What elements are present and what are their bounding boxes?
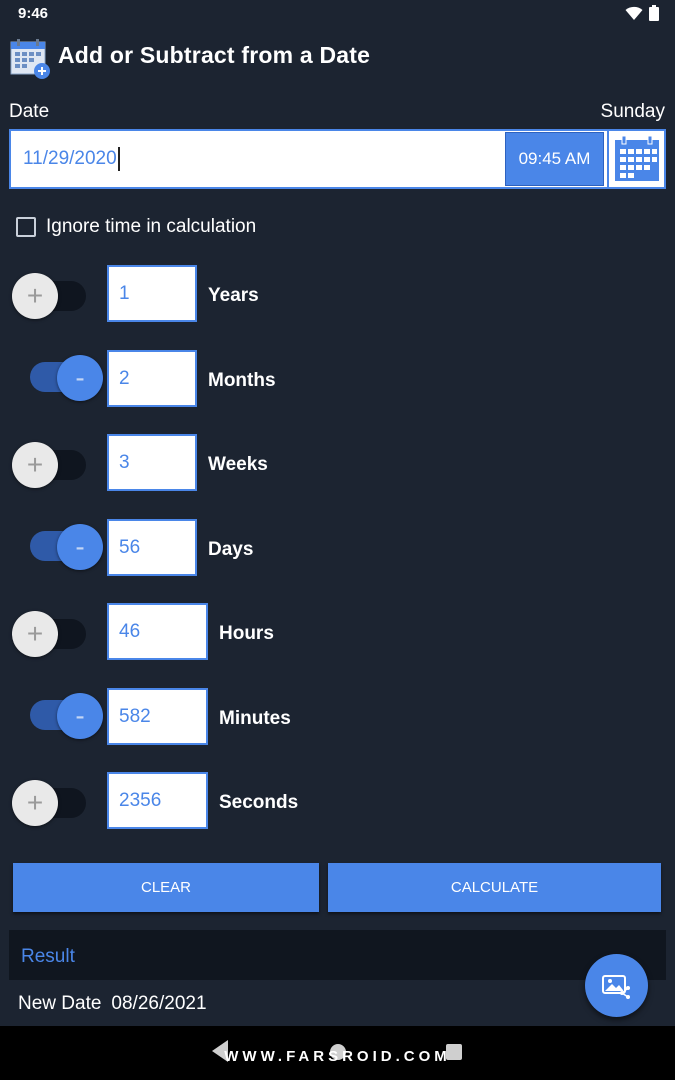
new-date-row: New Date 08/26/2021 [18,993,207,1015]
status-icons [625,5,659,21]
weeks-label: Weeks [208,454,268,475]
ignore-time-option[interactable]: Ignore time in calculation [16,214,256,240]
page-title: Add or Subtract from a Date [58,42,371,68]
unit-row-minutes: - 582 Minutes [0,688,675,746]
new-date-label: New Date [18,993,102,1014]
time-picker-button[interactable]: 09:45 AM [505,132,604,186]
share-image-button[interactable] [585,954,648,1017]
status-time: 9:46 [18,5,49,22]
watermark: WWW.FARSROID.COM [224,1048,451,1065]
unit-row-days: - 56 Days [0,519,675,577]
months-toggle-subtract[interactable]: - [57,355,103,401]
unit-row-years: + 1 Years [0,265,675,323]
days-toggle-subtract[interactable]: - [57,524,103,570]
calendar-plus-icon [10,39,50,79]
years-label: Years [208,285,259,306]
weeks-input[interactable]: 3 [107,434,197,491]
date-label: Date [9,101,50,122]
hours-toggle-add[interactable]: + [12,611,58,657]
status-bar: 9:46 [0,0,675,28]
minutes-toggle-subtract[interactable]: - [57,693,103,739]
date-input-value: 11/29/2020 [23,148,117,169]
unit-row-months: - 2 Months [0,350,675,408]
ignore-time-label: Ignore time in calculation [46,216,257,237]
share-image-icon [601,974,630,999]
clear-button[interactable]: CLEAR [13,863,319,912]
minutes-input[interactable]: 582 [107,688,208,745]
ignore-time-checkbox[interactable] [16,217,36,237]
years-toggle-add[interactable]: + [12,273,58,319]
calendar-picker-button[interactable] [607,129,666,189]
seconds-label: Seconds [219,792,299,813]
years-input[interactable]: 1 [107,265,197,322]
wifi-icon [625,6,643,20]
battery-icon [649,5,659,21]
system-nav-bar: WWW.FARSROID.COM [0,1026,675,1080]
date-row: 11/29/2020 09:45 AM [9,129,666,189]
months-label: Months [208,370,276,391]
months-input[interactable]: 2 [107,350,197,407]
app-header: Add or Subtract from a Date [0,34,675,84]
result-header: Result [9,930,666,980]
seconds-input[interactable]: 2356 [107,772,208,829]
text-caret [117,146,120,171]
hours-input[interactable]: 46 [107,603,208,660]
seconds-toggle-add[interactable]: + [12,780,58,826]
unit-row-weeks: + 3 Weeks [0,434,675,492]
unit-row-seconds: + 2356 Seconds [0,772,675,830]
day-of-week: Sunday [600,101,665,122]
calculate-button[interactable]: CALCULATE [328,863,661,912]
unit-row-hours: + 46 Hours [0,603,675,661]
weeks-toggle-add[interactable]: + [12,442,58,488]
result-label: Result [21,946,75,967]
days-label: Days [208,539,254,560]
hours-label: Hours [219,623,274,644]
days-input[interactable]: 56 [107,519,197,576]
new-date-value: 08/26/2021 [111,993,207,1014]
minutes-label: Minutes [219,708,291,729]
calendar-icon [614,135,659,181]
